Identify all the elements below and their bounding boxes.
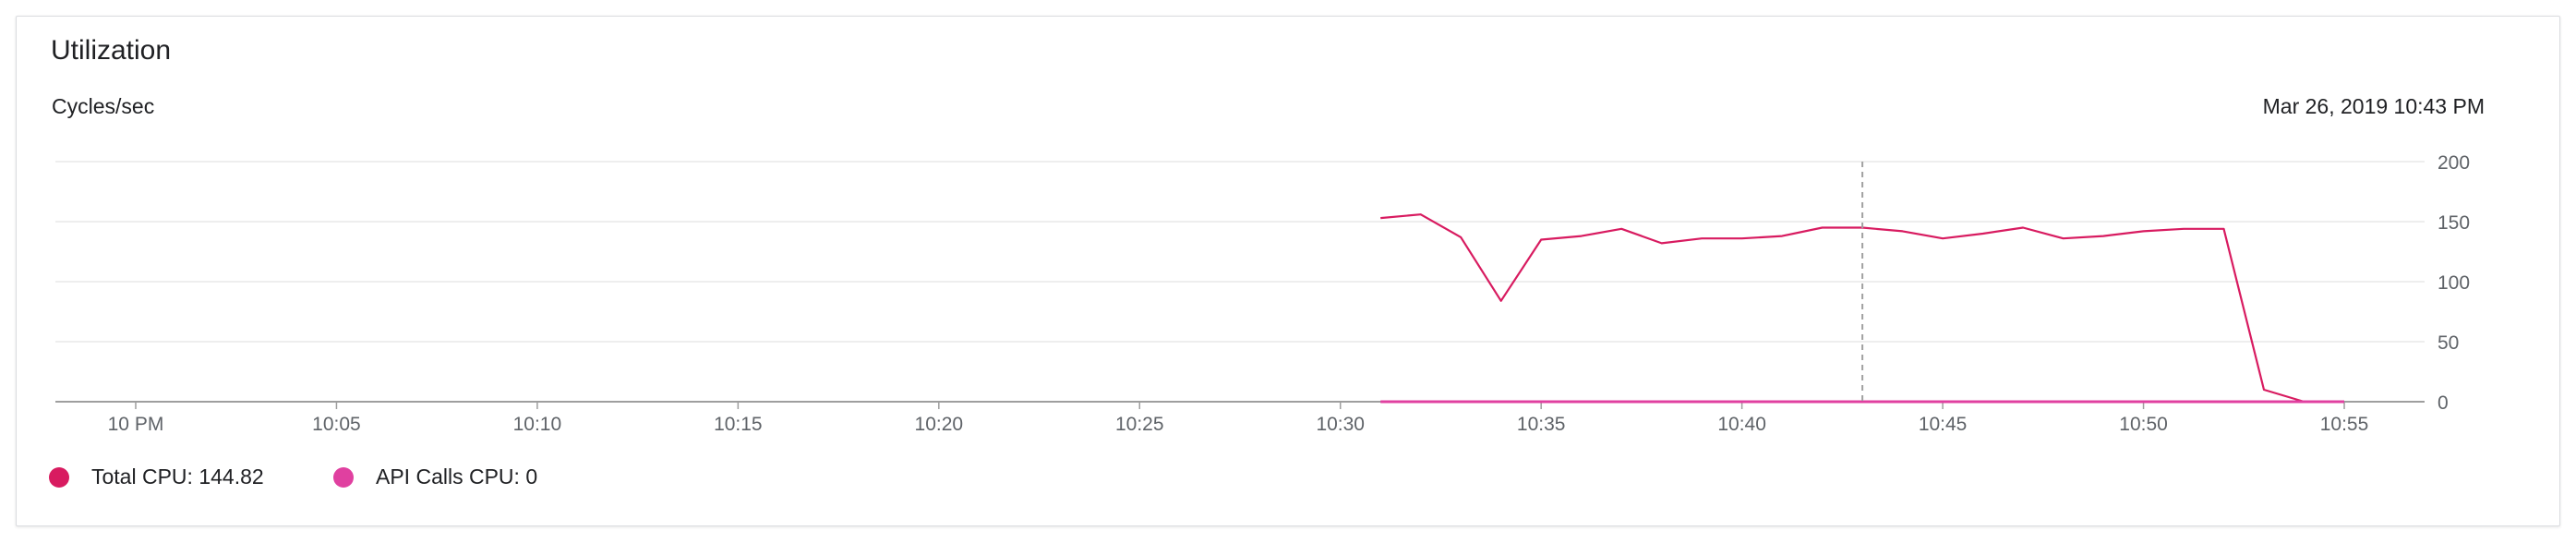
x-tick-label: 10:55: [2320, 414, 2369, 435]
legend-item-total-cpu[interactable]: Total CPU: 144.82: [49, 465, 264, 489]
y-axis: 200 150 100 50 0: [2438, 152, 2470, 414]
x-tick-label: 10:15: [714, 414, 763, 435]
legend-item-api-calls-cpu[interactable]: API Calls CPU: 0: [333, 465, 537, 489]
x-tick-label: 10:50: [2119, 414, 2168, 435]
x-tick-label: 10:20: [915, 414, 964, 435]
y-tick-label: 100: [2438, 272, 2470, 294]
x-tick-label: 10:40: [1717, 414, 1766, 435]
y-tick-label: 150: [2438, 212, 2470, 234]
x-tick-label: 10:35: [1517, 414, 1566, 435]
utilization-chart[interactable]: 10 PM 10:05 10:10 10:15 10:20 10:25 10:30 10:35…: [0, 0, 2576, 543]
x-axis: 10 PM 10:05 10:10 10:15 10:20 10:25 10:30 10:35…: [108, 402, 2369, 435]
x-tick-label: 10:10: [513, 414, 562, 435]
api-calls-cpu-legend-label: API Calls CPU: 0: [376, 465, 538, 489]
y-tick-label: 0: [2438, 392, 2449, 414]
x-tick-label: 10:30: [1316, 414, 1365, 435]
total-cpu-legend-label: Total CPU: 144.82: [91, 465, 264, 489]
total-cpu-legend-dot: [49, 466, 69, 488]
grid-layer: [55, 161, 2425, 403]
x-tick-label: 10:45: [1919, 414, 1968, 435]
y-tick-label: 200: [2438, 152, 2470, 174]
x-tick-label: 10 PM: [108, 414, 164, 435]
api-calls-cpu-legend-dot: [333, 466, 354, 488]
x-tick-label: 10:25: [1115, 414, 1164, 435]
y-tick-label: 50: [2438, 332, 2459, 354]
x-tick-label: 10:05: [312, 414, 361, 435]
